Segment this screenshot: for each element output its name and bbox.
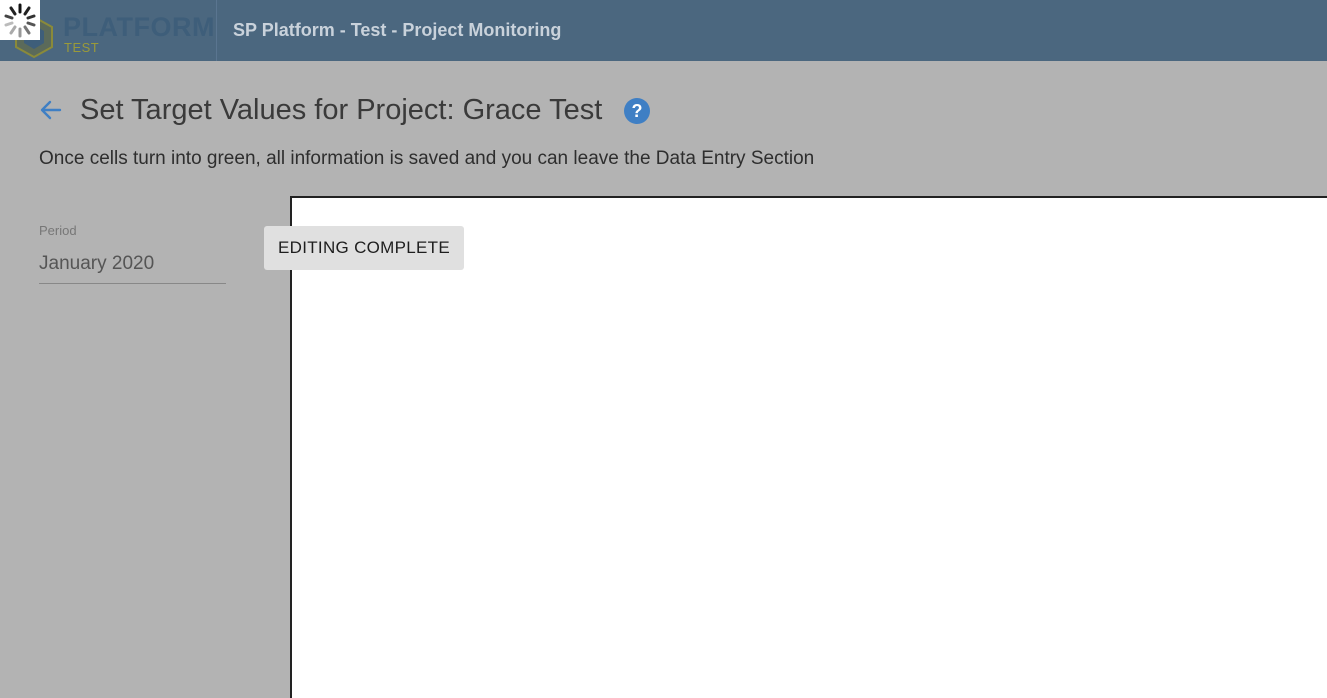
top-bar: PLATFORM TEST SP Platform - Test - Proje…: [0, 0, 1327, 61]
period-select[interactable]: January 2020: [39, 253, 154, 275]
period-underline: [39, 283, 226, 284]
data-entry-frame[interactable]: [290, 196, 1327, 698]
svg-text:?: ?: [632, 101, 643, 121]
app-title: SP Platform - Test - Project Monitoring: [233, 20, 562, 40]
logo-subtext: TEST: [64, 40, 100, 55]
page-subtitle: Once cells turn into green, all informat…: [39, 148, 815, 169]
question-circle-icon[interactable]: ?: [624, 98, 650, 124]
period-label: Period: [39, 223, 77, 238]
spinner-icon: [0, 0, 40, 40]
page-title: Set Target Values for Project: Grace Tes…: [80, 94, 603, 126]
arrow-left-icon[interactable]: [38, 97, 64, 123]
editing-complete-button[interactable]: EDITING COMPLETE: [264, 226, 464, 270]
logo-text: PLATFORM: [63, 12, 215, 42]
